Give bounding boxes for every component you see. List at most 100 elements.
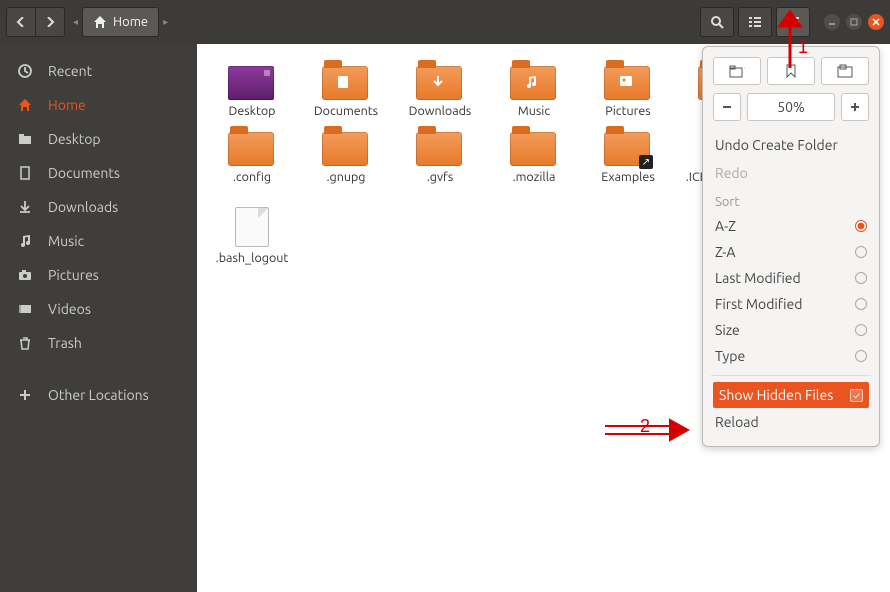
file-item[interactable]: Desktop — [215, 60, 289, 120]
checkbox-checked-icon: ✓ — [850, 389, 863, 402]
file-label: Examples — [601, 170, 655, 186]
file-item[interactable]: Documents — [309, 60, 383, 120]
sort-header: Sort — [713, 187, 869, 213]
show-hidden-label: Show Hidden Files — [719, 387, 833, 403]
file-item[interactable]: .mozilla — [497, 126, 571, 201]
zoom-level: 50% — [747, 93, 835, 121]
sidebar-item-documents[interactable]: Documents — [0, 156, 197, 190]
sort-option-type[interactable]: Type — [713, 343, 869, 369]
new-folder-icon: + — [729, 64, 745, 78]
sidebar: Recent Home Desktop Documents Downloads Music… — [0, 44, 197, 592]
folder-icon — [416, 66, 462, 100]
forward-button[interactable] — [35, 7, 65, 37]
breadcrumb-home[interactable]: Home — [82, 7, 159, 37]
file-item[interactable]: Downloads — [403, 60, 477, 120]
zoom-in-button[interactable] — [841, 93, 869, 121]
file-item[interactable]: Pictures — [591, 60, 665, 120]
minimize-button[interactable] — [824, 14, 840, 30]
view-mode-button[interactable] — [738, 7, 772, 37]
camera-icon — [16, 267, 34, 283]
sidebar-item-videos[interactable]: Videos — [0, 292, 197, 326]
plus-icon — [16, 387, 34, 403]
view-menu-popover: + 50% Undo Create Folder Redo Sort A-Z Z-… — [702, 46, 880, 447]
file-item[interactable]: .config — [215, 126, 289, 201]
bookmark-button[interactable] — [767, 57, 815, 85]
radio-icon — [855, 350, 867, 362]
sort-option-label: Z-A — [715, 244, 735, 260]
new-tab-button[interactable] — [821, 57, 869, 85]
desktop-icon — [228, 66, 274, 100]
show-hidden-files-toggle[interactable]: Show Hidden Files ✓ — [713, 382, 869, 408]
bookmark-icon — [785, 64, 797, 78]
sidebar-item-desktop[interactable]: Desktop — [0, 122, 197, 156]
sort-option-first-modified[interactable]: First Modified — [713, 291, 869, 317]
svg-text:+: + — [744, 64, 745, 72]
folder-icon — [604, 66, 650, 100]
path-separator-icon: ▸ — [159, 16, 172, 28]
file-item[interactable]: .bash_logout — [215, 207, 289, 267]
folder-icon: ↗ — [604, 132, 650, 166]
sidebar-item-label: Trash — [48, 335, 82, 351]
sidebar-item-music[interactable]: Music — [0, 224, 197, 258]
radio-icon — [855, 272, 867, 284]
sidebar-item-downloads[interactable]: Downloads — [0, 190, 197, 224]
redo-menu-item[interactable]: Redo — [713, 159, 869, 187]
hamburger-icon — [786, 15, 800, 29]
sidebar-item-label: Desktop — [48, 131, 101, 147]
radio-icon — [855, 298, 867, 310]
sidebar-item-label: Downloads — [48, 199, 118, 215]
sort-option-a-z[interactable]: A-Z — [713, 213, 869, 239]
file-item[interactable]: .gnupg — [309, 126, 383, 201]
zoom-out-button[interactable] — [713, 93, 741, 121]
music-icon — [16, 233, 34, 249]
file-label: Documents — [314, 104, 378, 120]
reload-menu-item[interactable]: Reload — [713, 408, 869, 436]
file-label: Pictures — [605, 104, 650, 120]
sort-option-label: Last Modified — [715, 270, 801, 286]
path-separator-icon: ◂ — [69, 16, 82, 28]
sort-option-size[interactable]: Size — [713, 317, 869, 343]
sidebar-item-recent[interactable]: Recent — [0, 54, 197, 88]
folder-icon — [16, 131, 34, 147]
file-item[interactable]: Music — [497, 60, 571, 120]
symlink-badge-icon: ↗ — [639, 155, 653, 169]
file-icon — [235, 207, 269, 247]
sort-option-z-a[interactable]: Z-A — [713, 239, 869, 265]
file-item[interactable]: .gvfs — [403, 126, 477, 201]
file-label: .mozilla — [513, 170, 556, 186]
folder-icon — [416, 132, 462, 166]
sidebar-item-pictures[interactable]: Pictures — [0, 258, 197, 292]
file-item[interactable]: ↗Examples — [591, 126, 665, 201]
sidebar-item-label: Music — [48, 233, 84, 249]
sort-option-label: A-Z — [715, 218, 736, 234]
sort-option-label: Type — [715, 348, 745, 364]
home-icon — [93, 15, 107, 29]
close-button[interactable] — [868, 14, 884, 30]
file-label: .bash_logout — [216, 251, 289, 267]
folder-icon — [322, 132, 368, 166]
radio-icon — [855, 220, 867, 232]
sort-option-last-modified[interactable]: Last Modified — [713, 265, 869, 291]
sort-option-label: First Modified — [715, 296, 802, 312]
undo-menu-item[interactable]: Undo Create Folder — [713, 131, 869, 159]
sidebar-item-other-locations[interactable]: Other Locations — [0, 378, 197, 412]
new-folder-button[interactable]: + — [713, 57, 761, 85]
sidebar-item-label: Other Locations — [48, 387, 149, 403]
sidebar-item-label: Home — [48, 97, 86, 113]
doc-icon — [16, 165, 34, 181]
back-button[interactable] — [6, 7, 36, 37]
folder-icon — [510, 66, 556, 100]
sidebar-item-home[interactable]: Home — [0, 88, 197, 122]
maximize-button[interactable] — [846, 14, 862, 30]
sidebar-item-trash[interactable]: Trash — [0, 326, 197, 360]
search-button[interactable] — [700, 7, 734, 37]
divider — [711, 375, 871, 376]
video-icon — [16, 301, 34, 317]
radio-icon — [855, 324, 867, 336]
list-icon — [748, 15, 762, 29]
sidebar-item-label: Recent — [48, 63, 92, 79]
hamburger-menu-button[interactable] — [776, 7, 810, 37]
titlebar: ◂ Home ▸ — [0, 0, 890, 44]
file-label: .gvfs — [427, 170, 454, 186]
folder-icon — [322, 66, 368, 100]
